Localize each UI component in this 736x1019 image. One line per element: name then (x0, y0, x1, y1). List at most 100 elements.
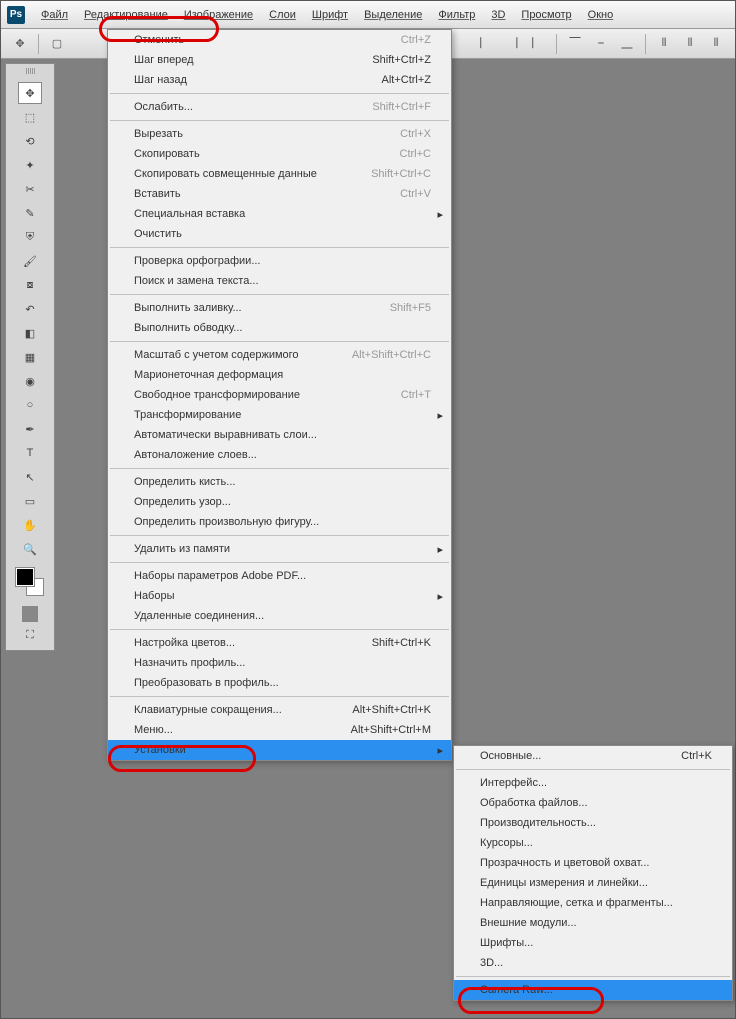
prefs-menu-item[interactable]: Camera Raw... (454, 980, 732, 1000)
prefs-menu-item[interactable]: Обработка файлов... (454, 793, 732, 813)
edit-menu-item[interactable]: Установки ▸ (108, 740, 451, 760)
edit-menu-item[interactable]: Шаг впередShift+Ctrl+Z (108, 50, 451, 70)
menu-item-label: Скопировать совмещенные данные (134, 168, 317, 180)
menu-item-label: Наборы параметров Adobe PDF... (134, 570, 306, 582)
submenu-arrow-icon: ▸ (437, 543, 443, 556)
edit-menu-item: Автоналожение слоев... (108, 445, 451, 465)
edit-menu-item[interactable]: Удаленные соединения... (108, 606, 451, 626)
edit-menu-item[interactable]: Удалить из памяти▸ (108, 539, 451, 559)
menu-item-label: Направляющие, сетка и фрагменты... (480, 897, 673, 909)
edit-menu-item: ВставитьCtrl+V (108, 184, 451, 204)
eraser-tool-icon[interactable]: ◧ (18, 322, 42, 344)
menu-item-label: 3D... (480, 957, 503, 969)
menu-separator (110, 535, 449, 536)
prefs-menu-item[interactable]: 3D... (454, 953, 732, 973)
menu-view[interactable]: Просмотр (513, 5, 579, 25)
menu-3d[interactable]: 3D (483, 5, 513, 25)
menu-item-label: Проверка орфографии... (134, 255, 260, 267)
menu-item-label: Шрифты... (480, 937, 533, 949)
align-center-icon[interactable]: ⎹ (501, 33, 523, 55)
crop-tool-icon[interactable]: ✂ (18, 178, 42, 200)
zoom-tool-icon[interactable]: 🔍 (18, 538, 42, 560)
edit-menu-item[interactable]: Настройка цветов...Shift+Ctrl+K (108, 633, 451, 653)
distribute-icon[interactable]: ⫴ (679, 33, 701, 55)
toolbar-btn[interactable]: ▢ (46, 33, 68, 55)
menu-shortcut: Ctrl+K (681, 750, 712, 762)
quick-mask-icon[interactable] (22, 606, 38, 622)
edit-menu-item: Свободное трансформированиеCtrl+T (108, 385, 451, 405)
menu-item-label: Установки (134, 744, 186, 756)
prefs-menu-item[interactable]: Основные...Ctrl+K (454, 746, 732, 766)
lasso-tool-icon[interactable]: ⟲ (18, 130, 42, 152)
type-tool-icon[interactable]: T (18, 442, 42, 464)
align-middle-icon[interactable]: ⎯ (590, 33, 612, 55)
distribute-icon[interactable]: ⫴ (705, 33, 727, 55)
menu-separator (110, 468, 449, 469)
align-right-icon[interactable]: ⎸ (527, 33, 549, 55)
healing-brush-tool-icon[interactable]: ⛨ (18, 226, 42, 248)
menu-file[interactable]: Файл (33, 5, 76, 25)
menu-select[interactable]: Выделение (356, 5, 430, 25)
pen-tool-icon[interactable]: ✒ (18, 418, 42, 440)
edit-menu-item[interactable]: Клавиатурные сокращения...Alt+Shift+Ctrl… (108, 700, 451, 720)
menu-layers[interactable]: Слои (261, 5, 304, 25)
align-top-icon[interactable]: ⎺ (564, 33, 586, 55)
menu-shortcut: Shift+Ctrl+K (372, 637, 431, 649)
submenu-arrow-icon: ▸ (437, 744, 443, 757)
edit-menu-item[interactable]: Наборы параметров Adobe PDF... (108, 566, 451, 586)
prefs-menu-item[interactable]: Внешние модули... (454, 913, 732, 933)
menu-separator (110, 562, 449, 563)
clone-stamp-tool-icon[interactable]: ⧇ (18, 274, 42, 296)
edit-menu-item: Преобразовать в профиль... (108, 673, 451, 693)
shape-tool-icon[interactable]: ▭ (18, 490, 42, 512)
edit-menu-item[interactable]: Меню...Alt+Shift+Ctrl+M (108, 720, 451, 740)
edit-menu-item: Выполнить обводку... (108, 318, 451, 338)
panel-grip-icon[interactable] (10, 68, 50, 76)
brush-tool-icon[interactable]: 🖌 (18, 250, 42, 272)
color-swatches[interactable] (16, 568, 44, 596)
path-selection-tool-icon[interactable]: ↖ (18, 466, 42, 488)
menu-filter[interactable]: Фильтр (430, 5, 483, 25)
menu-item-label: Выполнить заливку... (134, 302, 242, 314)
menu-item-label: Курсоры... (480, 837, 533, 849)
menu-item-label: Клавиатурные сокращения... (134, 704, 282, 716)
separator (556, 34, 557, 54)
prefs-menu-item[interactable]: Производительность... (454, 813, 732, 833)
history-brush-tool-icon[interactable]: ↶ (18, 298, 42, 320)
menu-item-label: Шаг назад (134, 74, 187, 86)
menu-shortcut: Ctrl+Z (401, 34, 431, 46)
edit-menu-item: Автоматически выравнивать слои... (108, 425, 451, 445)
menu-image[interactable]: Изображение (176, 5, 261, 25)
prefs-menu-item[interactable]: Курсоры... (454, 833, 732, 853)
align-bottom-icon[interactable]: ⎽ (616, 33, 638, 55)
edit-menu-item: Определить кисть... (108, 472, 451, 492)
prefs-menu-item[interactable]: Шрифты... (454, 933, 732, 953)
hand-tool-icon[interactable]: ✋ (18, 514, 42, 536)
menu-edit[interactable]: Редактирование (76, 5, 176, 25)
edit-menu-item[interactable]: Шаг назадAlt+Ctrl+Z (108, 70, 451, 90)
edit-menu-item: ОтменитьCtrl+Z (108, 30, 451, 50)
gradient-tool-icon[interactable]: ▦ (18, 346, 42, 368)
move-tool-icon[interactable]: ✥ (18, 82, 42, 104)
blur-tool-icon[interactable]: ◉ (18, 370, 42, 392)
screen-mode-icon[interactable]: ⛶ (18, 624, 42, 646)
prefs-menu-item[interactable]: Единицы измерения и линейки... (454, 873, 732, 893)
prefs-menu-item[interactable]: Направляющие, сетка и фрагменты... (454, 893, 732, 913)
separator (38, 34, 39, 54)
eyedropper-tool-icon[interactable]: ✎ (18, 202, 42, 224)
foreground-color-swatch[interactable] (16, 568, 34, 586)
prefs-menu-item[interactable]: Прозрачность и цветовой охват... (454, 853, 732, 873)
move-tool-icon[interactable]: ✥ (9, 33, 31, 55)
distribute-icon[interactable]: ⫴ (653, 33, 675, 55)
marquee-tool-icon[interactable]: ⬚ (18, 106, 42, 128)
magic-wand-tool-icon[interactable]: ✦ (18, 154, 42, 176)
edit-menu-item[interactable]: Наборы▸ (108, 586, 451, 606)
menu-type[interactable]: Шрифт (304, 5, 356, 25)
align-left-icon[interactable]: ⎸ (475, 33, 497, 55)
menu-item-label: Определить кисть... (134, 476, 235, 488)
menu-item-label: Наборы (134, 590, 175, 602)
menu-window[interactable]: Окно (580, 5, 622, 25)
dodge-tool-icon[interactable]: ○ (18, 394, 42, 416)
menu-item-label: Определить произвольную фигуру... (134, 516, 319, 528)
prefs-menu-item[interactable]: Интерфейс... (454, 773, 732, 793)
